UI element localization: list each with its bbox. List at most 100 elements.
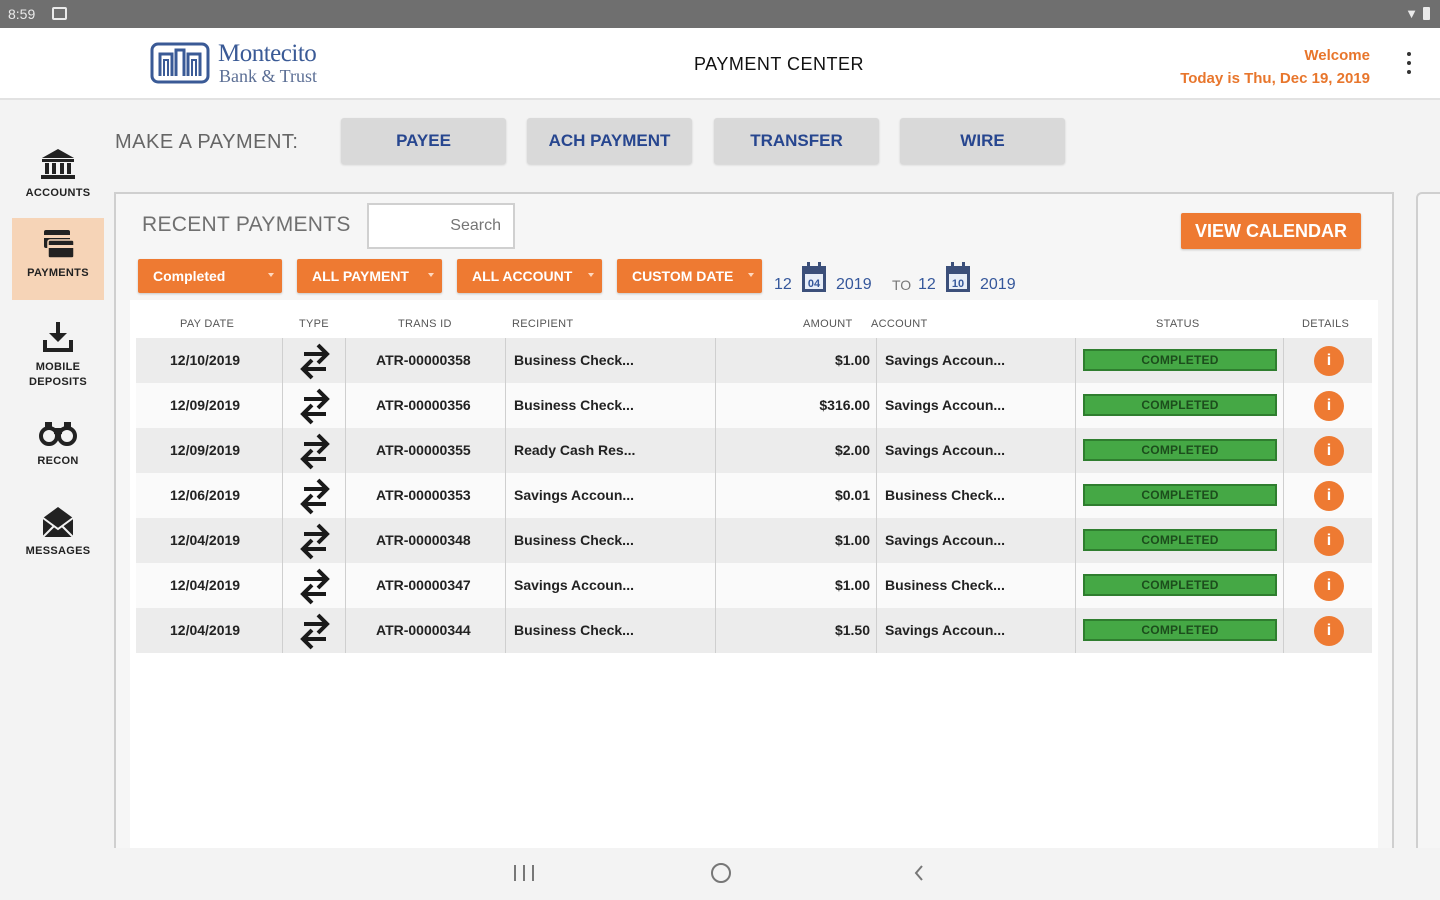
welcome-text: Welcome <box>1304 47 1370 64</box>
search-input[interactable] <box>367 203 515 249</box>
sidebar-item-label: DEPOSITS <box>28 376 88 388</box>
trans-id-cell: ATR-00000356 <box>376 397 471 413</box>
payments-icon <box>44 230 75 259</box>
account-filter-dropdown[interactable]: ALL ACCOUNT <box>457 259 602 293</box>
table-row[interactable]: 12/04/2019 ATR-00000344 Business Check... $… <box>136 608 1372 653</box>
recipient-cell: Ready Cash Res... <box>514 442 636 458</box>
table-row[interactable]: 12/09/2019 ATR-00000355 Ready Cash Res... $… <box>136 428 1372 473</box>
recipient-cell: Savings Accoun... <box>514 577 635 593</box>
transfer-arrows-icon <box>300 568 330 605</box>
table-row[interactable]: 12/04/2019 ATR-00000347 Savings Accoun... $… <box>136 563 1372 608</box>
pay-date-cell: 12/04/2019 <box>170 577 241 593</box>
dropdown-caret-icon <box>588 273 594 277</box>
sidebar-item-label: PAYMENTS <box>27 267 89 279</box>
sidebar-item-label: MESSAGES <box>25 545 91 557</box>
date-range-filter-value: CUSTOM DATE <box>632 268 734 284</box>
ach-payment-button[interactable]: ACH PAYMENT <box>527 118 692 164</box>
bank-icon <box>41 149 75 179</box>
from-month: 12 <box>774 276 792 293</box>
column-header-details[interactable]: DETAILS <box>1302 318 1349 330</box>
account-cell: Savings Accoun... <box>885 352 1006 368</box>
pay-date-cell: 12/10/2019 <box>170 352 241 368</box>
dropdown-caret-icon <box>748 273 754 277</box>
bank-name: Montecito <box>218 40 317 67</box>
transfer-button[interactable]: TRANSFER <box>714 118 879 164</box>
details-info-button[interactable]: i <box>1314 571 1344 601</box>
make-payment-label: MAKE A PAYMENT: <box>115 131 299 153</box>
pay-date-cell: 12/04/2019 <box>170 622 241 638</box>
bank-logo-mark-icon <box>150 42 210 84</box>
to-label: TO <box>892 277 912 293</box>
details-info-button[interactable]: i <box>1314 616 1344 646</box>
amount-cell: $1.00 <box>834 532 870 548</box>
app-header: Montecito Bank & Trust PAYMENT CENTER We… <box>0 28 1440 100</box>
pay-date-cell: 12/09/2019 <box>170 397 241 413</box>
envelope-icon <box>42 507 74 538</box>
to-year: 2019 <box>980 276 1016 293</box>
wire-button[interactable]: WIRE <box>900 118 1065 164</box>
details-info-button[interactable]: i <box>1314 346 1344 376</box>
dropdown-caret-icon <box>428 273 434 277</box>
status-filter-dropdown[interactable]: Completed <box>138 259 282 293</box>
today-date: Today is Thu, Dec 19, 2019 <box>1180 70 1370 87</box>
to-calendar-icon[interactable]: 10 <box>944 260 972 294</box>
column-header-recipient[interactable]: RECIPIENT <box>512 318 573 330</box>
overflow-menu-icon[interactable] <box>1406 52 1412 74</box>
column-header-amount[interactable]: AMOUNT <box>803 318 852 330</box>
transfer-arrows-icon <box>300 343 330 380</box>
from-day: 04 <box>808 278 821 290</box>
status-badge: COMPLETED <box>1083 619 1277 641</box>
table-row[interactable]: 12/09/2019 ATR-00000356 Business Check... $… <box>136 383 1372 428</box>
details-info-button[interactable]: i <box>1314 481 1344 511</box>
sidebar-item-label: ACCOUNTS <box>25 187 91 199</box>
trans-id-cell: ATR-00000347 <box>376 577 471 593</box>
back-icon[interactable] <box>912 863 926 883</box>
account-filter-value: ALL ACCOUNT <box>472 268 573 284</box>
trans-id-cell: ATR-00000353 <box>376 487 471 503</box>
payment-type-filter-dropdown[interactable]: ALL PAYMENT <box>297 259 442 293</box>
amount-cell: $316.00 <box>819 397 870 413</box>
table-row[interactable]: 12/10/2019 ATR-00000358 Business Check... $… <box>136 338 1372 383</box>
account-cell: Savings Accoun... <box>885 397 1006 413</box>
sidebar-item-label: MOBILE <box>35 361 81 373</box>
image-notification-icon <box>52 7 67 20</box>
recents-icon[interactable] <box>514 865 534 881</box>
trans-id-cell: ATR-00000344 <box>376 622 471 638</box>
amount-cell: $1.00 <box>834 577 870 593</box>
recipient-cell: Savings Accoun... <box>514 487 635 503</box>
dropdown-caret-icon <box>268 273 274 277</box>
sidebar-item-messages[interactable]: MESSAGES <box>12 496 104 578</box>
amount-cell: $2.00 <box>834 442 870 458</box>
page-title: PAYMENT CENTER <box>694 54 865 74</box>
to-month: 12 <box>918 276 936 293</box>
payee-button[interactable]: PAYEE <box>341 118 506 164</box>
date-range-filter-dropdown[interactable]: CUSTOM DATE <box>617 259 762 293</box>
trans-id-cell: ATR-00000355 <box>376 442 471 458</box>
status-badge: COMPLETED <box>1083 349 1277 371</box>
recipient-cell: Business Check... <box>514 622 634 638</box>
details-info-button[interactable]: i <box>1314 436 1344 466</box>
home-icon[interactable] <box>711 863 731 883</box>
from-calendar-icon[interactable]: 04 <box>800 260 828 294</box>
column-header-pay-date[interactable]: PAY DATE <box>180 318 234 330</box>
sidebar-item-payments[interactable]: PAYMENTS <box>12 218 104 300</box>
details-info-button[interactable]: i <box>1314 526 1344 556</box>
account-cell: Savings Accoun... <box>885 532 1006 548</box>
table-row[interactable]: 12/04/2019 ATR-00000348 Business Check... $… <box>136 518 1372 563</box>
amount-cell: $0.01 <box>834 487 870 503</box>
sidebar-item-accounts[interactable]: ACCOUNTS <box>12 138 104 220</box>
table-row[interactable]: 12/06/2019 ATR-00000353 Savings Accoun... $… <box>136 473 1372 518</box>
column-header-account[interactable]: ACCOUNT <box>871 318 928 330</box>
account-cell: Business Check... <box>885 577 1005 593</box>
status-badge: COMPLETED <box>1083 529 1277 551</box>
view-calendar-button[interactable]: VIEW CALENDAR <box>1181 213 1361 249</box>
sidebar-item-recon[interactable]: RECON <box>12 406 104 488</box>
account-cell: Business Check... <box>885 487 1005 503</box>
recent-payments-title: RECENT PAYMENTS <box>142 213 351 236</box>
column-header-trans-id[interactable]: TRANS ID <box>398 318 452 330</box>
column-header-status[interactable]: STATUS <box>1156 318 1200 330</box>
column-header-type[interactable]: TYPE <box>299 318 329 330</box>
details-info-button[interactable]: i <box>1314 391 1344 421</box>
sidebar-item-mobile-deposits[interactable]: MOBILE DEPOSITS <box>12 312 104 394</box>
to-day: 10 <box>952 278 964 290</box>
